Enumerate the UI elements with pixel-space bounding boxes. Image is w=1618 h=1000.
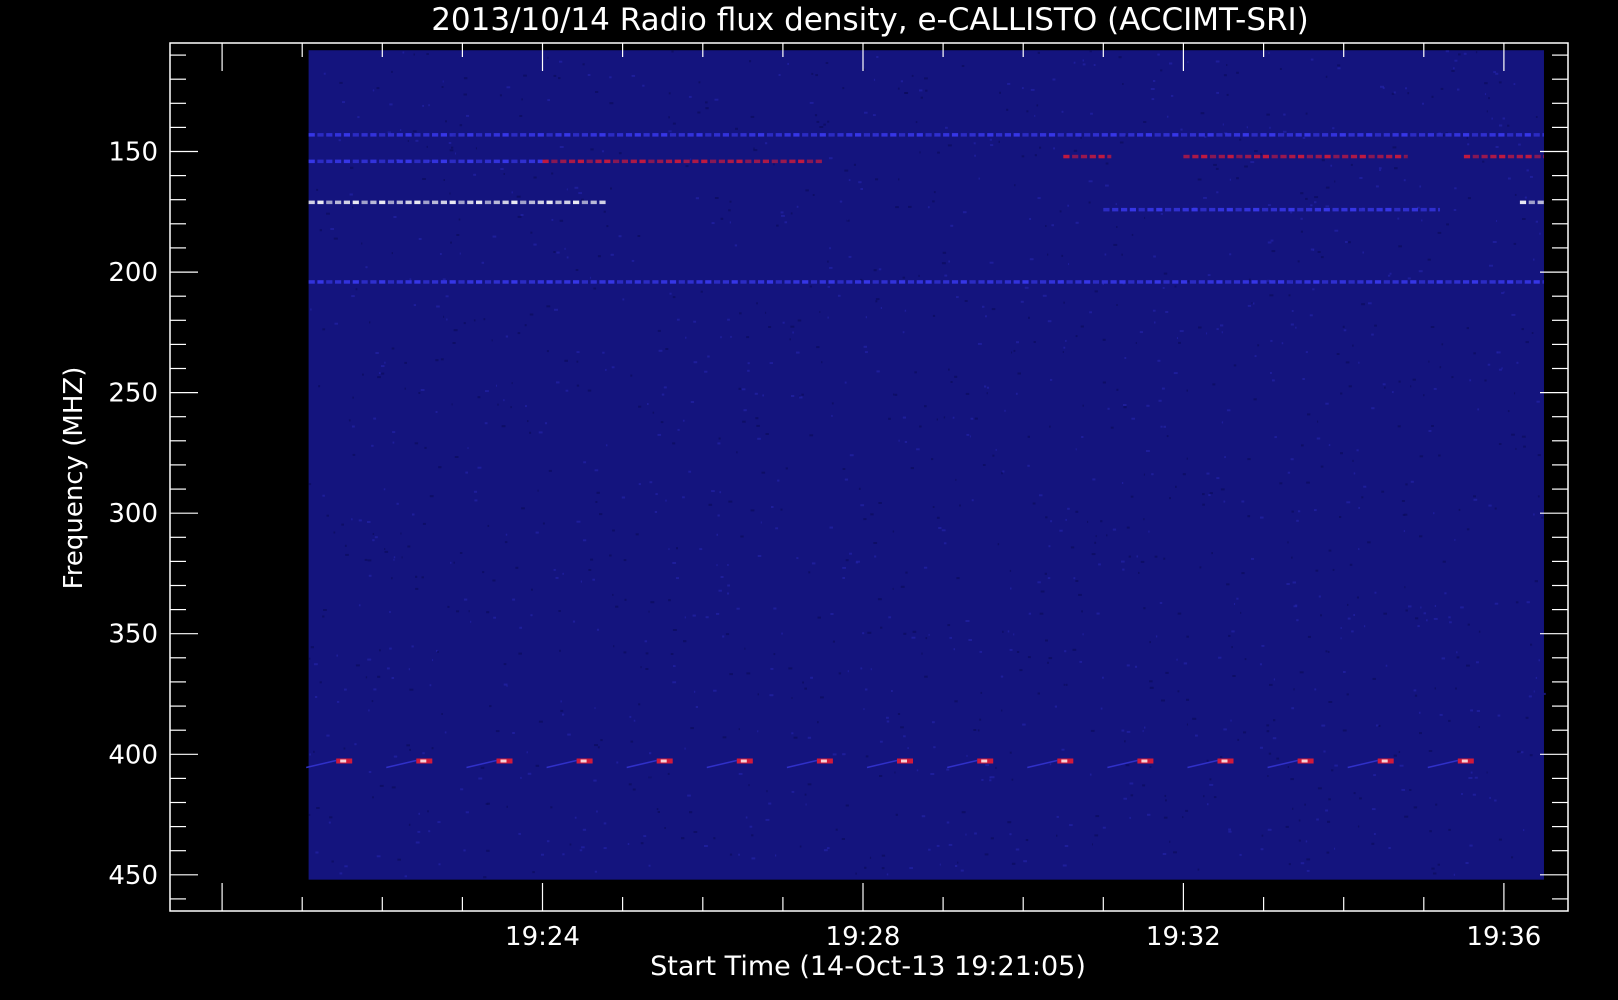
y-tick-label: 250: [108, 379, 158, 409]
x-axis-label: Start Time (14-Oct-13 19:21:05): [650, 951, 1086, 982]
x-tick-label: 19:28: [826, 922, 901, 952]
y-tick-label: 400: [108, 740, 158, 770]
y-axis-label: Frequency (MHZ): [59, 367, 89, 590]
emission-band: [1519, 200, 1544, 205]
spectrogram-heatmap: [306, 50, 1546, 880]
x-tick-label: 19:24: [505, 922, 580, 952]
y-tick-labels: 150 200 250 300 350 400 450: [108, 138, 158, 891]
y-tick-label: 150: [108, 138, 158, 168]
x-tick-label: 19:32: [1146, 922, 1221, 952]
y-tick-label: 450: [108, 861, 158, 891]
y-tick-label: 200: [108, 258, 158, 288]
emission-band: [308, 280, 1544, 284]
x-tick-labels: 19:24 19:28 19:32 19:36: [505, 922, 1541, 952]
y-tick-label: 300: [108, 499, 158, 529]
chart-title: 2013/10/14 Radio flux density, e-CALLIST…: [431, 2, 1309, 38]
spectrogram-background: [308, 50, 1544, 880]
emission-band: [308, 133, 1544, 137]
y-tick-label: 350: [108, 620, 158, 650]
x-tick-label: 19:36: [1466, 922, 1541, 952]
spectrogram-chart: 2013/10/14 Radio flux density, e-CALLIST…: [59, 2, 1569, 982]
